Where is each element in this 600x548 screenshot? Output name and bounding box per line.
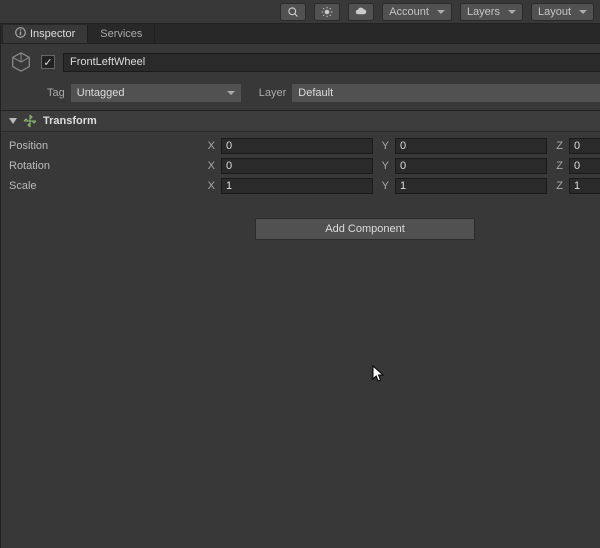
account-label: Account	[389, 6, 429, 18]
rotation-z-input[interactable]	[569, 158, 600, 174]
car-taillight	[0, 308, 1, 338]
tag-label: Tag	[47, 87, 65, 99]
layout-dropdown[interactable]: Layout	[531, 3, 594, 21]
inspector-tabs: Inspector Services	[1, 24, 600, 44]
layout-label: Layout	[538, 6, 571, 18]
car-window	[0, 268, 1, 318]
rotation-y-input[interactable]	[395, 158, 547, 174]
gameobject-icon[interactable]	[9, 50, 33, 74]
info-icon	[15, 27, 26, 41]
scale-label: Scale	[9, 180, 199, 192]
transform-title: Transform	[43, 115, 97, 127]
position-label: Position	[9, 140, 199, 152]
rotation-label: Rotation	[9, 160, 199, 172]
scale-x-input[interactable]	[221, 178, 373, 194]
layer-label: Layer	[259, 87, 287, 99]
tab-inspector[interactable]: Inspector	[3, 25, 88, 43]
chevron-down-icon	[508, 10, 516, 14]
position-z-input[interactable]	[569, 138, 600, 154]
scene-view[interactable]: y x z Persp	[0, 24, 1, 548]
scale-row: Scale X Y Z	[9, 176, 600, 196]
object-name-input[interactable]	[63, 53, 600, 72]
layers-label: Layers	[467, 6, 500, 18]
position-row: Position X Y Z	[9, 136, 600, 156]
gameobject-header: ✓ Static	[1, 44, 600, 80]
account-dropdown[interactable]: Account	[382, 3, 452, 21]
add-component-button[interactable]: Add Component	[255, 218, 475, 240]
enabled-checkbox[interactable]: ✓	[41, 55, 55, 69]
transform-properties: Position X Y Z Rotation X Y Z Scale X	[1, 132, 600, 200]
layer-dropdown[interactable]: Default	[292, 84, 600, 102]
car-wheel	[0, 436, 1, 506]
position-x-input[interactable]	[221, 138, 373, 154]
rotation-x-input[interactable]	[221, 158, 373, 174]
foldout-icon[interactable]	[9, 118, 17, 124]
rotation-row: Rotation X Y Z	[9, 156, 600, 176]
chevron-down-icon	[579, 10, 587, 14]
scale-y-input[interactable]	[395, 178, 547, 194]
cloud-button[interactable]	[348, 3, 374, 21]
search-button[interactable]	[280, 3, 306, 21]
chevron-down-icon	[437, 10, 445, 14]
cloud-icon	[355, 6, 367, 18]
tab-services[interactable]: Services	[88, 25, 155, 43]
search-icon	[287, 6, 299, 18]
transform-header[interactable]: Transform ?	[1, 110, 600, 132]
car-body	[0, 318, 1, 488]
transform-icon	[23, 114, 37, 128]
top-toolbar: Account Layers Layout	[0, 0, 600, 24]
tag-dropdown[interactable]: Untagged	[71, 84, 241, 102]
sun-icon	[321, 6, 333, 18]
layers-dropdown[interactable]: Layers	[460, 3, 523, 21]
chevron-down-icon	[227, 91, 235, 95]
position-y-input[interactable]	[395, 138, 547, 154]
scale-z-input[interactable]	[569, 178, 600, 194]
tab-inspector-label: Inspector	[30, 28, 75, 40]
tab-services-label: Services	[100, 28, 142, 40]
inspector-panel: Inspector Services ✓ Static Tag Untagged	[1, 24, 600, 548]
scene-lighting-button[interactable]	[314, 3, 340, 21]
tag-layer-row: Tag Untagged Layer Default	[1, 80, 600, 110]
